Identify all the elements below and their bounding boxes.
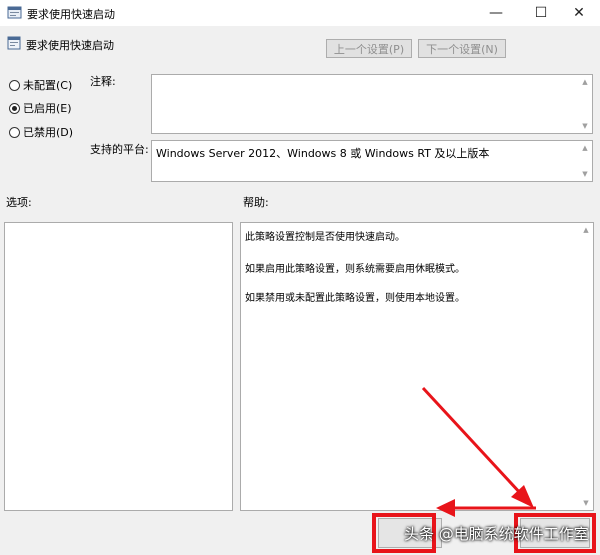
radio-circle[interactable]	[9, 79, 20, 91]
options-label: 选项:	[6, 196, 32, 209]
scroll-down-icon[interactable]: ▼	[578, 167, 592, 181]
minimize-icon: —	[489, 5, 503, 21]
comment-textarea[interactable]: ▲ ▼	[151, 74, 593, 134]
title-bar: 要求使用快速启动 — ☐ ✕	[0, 0, 600, 26]
watermark: 头条 @电脑系统软件工作室	[404, 525, 589, 543]
scroll-up-icon[interactable]: ▲	[578, 75, 592, 89]
radio-enabled[interactable]: 已启用(E)	[9, 100, 72, 116]
radio-not-configured[interactable]: 未配置(C)	[9, 77, 72, 93]
close-icon: ✕	[573, 5, 585, 21]
help-pane: 此策略设置控制是否使用快速启动。 如果启用此策略设置，则系统需要启用休眠模式。 …	[240, 222, 594, 511]
radio-circle[interactable]	[9, 126, 20, 138]
maximize-icon: ☐	[534, 5, 548, 21]
policy-window-icon	[7, 6, 22, 19]
maximize-button[interactable]: ☐	[520, 0, 562, 26]
help-text-line: 此策略设置控制是否使用快速启动。	[245, 232, 405, 243]
platform-label: 支持的平台:	[90, 143, 149, 156]
scroll-down-icon[interactable]: ▼	[578, 119, 592, 133]
scroll-up-icon[interactable]: ▲	[578, 141, 592, 155]
help-text-line: 如果启用此策略设置，则系统需要启用休眠模式。	[245, 264, 465, 275]
platform-scrollbar[interactable]: ▲ ▼	[578, 141, 592, 181]
setting-icon	[7, 36, 21, 50]
options-pane	[4, 222, 233, 511]
scroll-down-icon[interactable]: ▼	[579, 496, 593, 510]
previous-setting-button[interactable]: 上一个设置(P)	[326, 39, 412, 58]
window-title: 要求使用快速启动	[27, 8, 115, 21]
help-text-line: 如果禁用或未配置此策略设置，则使用本地设置。	[245, 293, 465, 304]
help-scrollbar[interactable]: ▲ ▼	[579, 223, 593, 510]
next-setting-button[interactable]: 下一个设置(N)	[418, 39, 506, 58]
radio-circle-checked[interactable]	[9, 102, 20, 114]
radio-disabled[interactable]: 已禁用(D)	[9, 124, 73, 140]
close-button[interactable]: ✕	[558, 0, 600, 26]
help-label: 帮助:	[243, 196, 269, 209]
radio-label: 已启用(E)	[23, 102, 72, 115]
minimize-button[interactable]: —	[475, 0, 517, 26]
comment-label: 注释:	[90, 75, 116, 88]
platform-field: Windows Server 2012、Windows 8 或 Windows …	[151, 140, 593, 182]
radio-label: 已禁用(D)	[23, 126, 74, 139]
radio-label: 未配置(C)	[23, 79, 73, 92]
scroll-up-icon[interactable]: ▲	[579, 223, 593, 237]
comment-scrollbar[interactable]: ▲ ▼	[578, 75, 592, 133]
setting-title: 要求使用快速启动	[26, 39, 114, 52]
platform-value: Windows Server 2012、Windows 8 或 Windows …	[156, 147, 490, 160]
